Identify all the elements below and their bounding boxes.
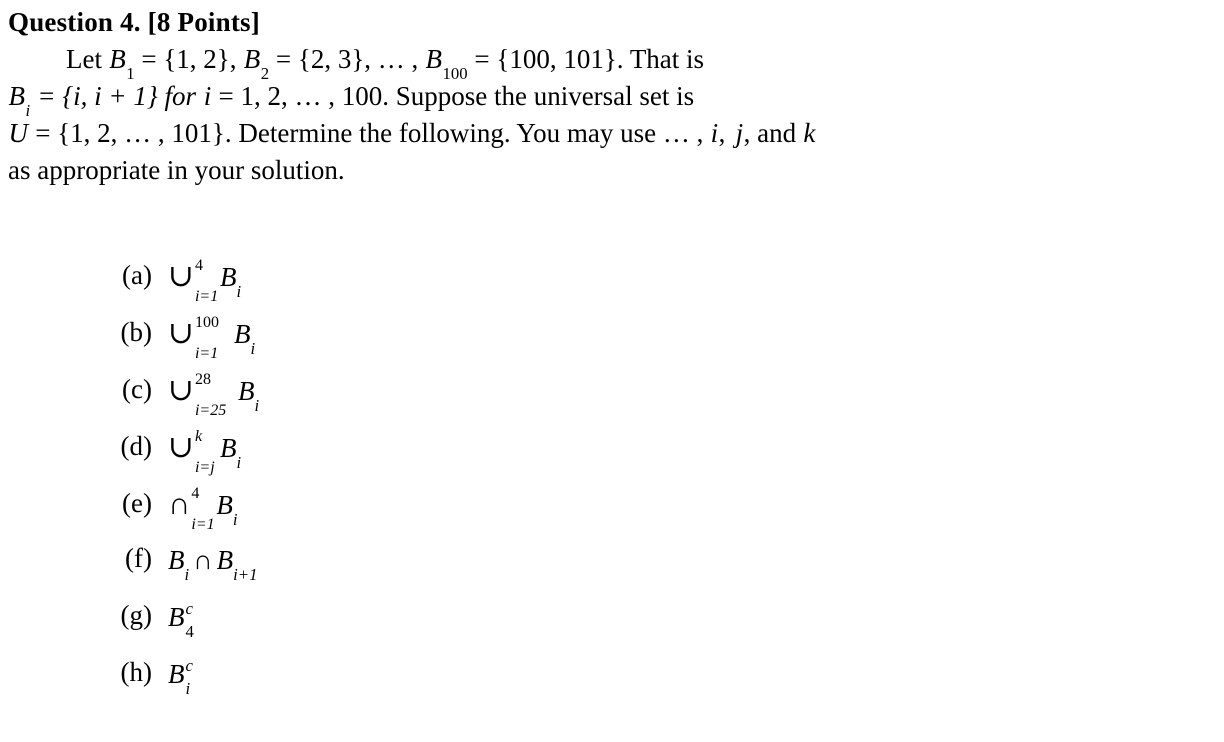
set-variable: B: [216, 490, 233, 520]
list-item: (d) ∪ k i=j Bi: [0, 429, 1224, 486]
big-union-operator: ∪ k i=j: [168, 428, 220, 476]
symbol-i-use: i: [710, 118, 719, 148]
set-variable: B: [237, 376, 255, 406]
question-parts-list: (a) ∪ 4 i=1 Bi (b) ∪ 100 i=1 Bi (c) ∪ 28 i=25 Bi …: [0, 258, 1224, 714]
big-union-operator: ∪ 100 i=1: [168, 314, 234, 362]
lower-limit: i=25: [194, 402, 227, 419]
set-variable-2: B: [216, 545, 234, 575]
list-item: (e) ∩ 4 i=1 Bi: [0, 486, 1224, 543]
list-item-label-c: (c): [122, 374, 152, 404]
list-item: (h) Bci: [0, 657, 1224, 714]
let-word: Let: [66, 44, 102, 74]
set-subscript-2: i+1: [233, 565, 258, 585]
big-union-operator: ∪ 4 i=1: [168, 257, 220, 305]
symbol-i: i: [203, 81, 212, 111]
big-intersection-operator: ∩ 4 i=1: [168, 485, 216, 533]
prose-line-4: as appropriate in your solution.: [8, 155, 345, 185]
symbol-j-use: j: [735, 118, 744, 148]
set-subscript: i: [184, 565, 190, 585]
prose-line-3-part-b: , and: [743, 118, 797, 148]
set-variable: B: [168, 602, 185, 632]
set-variable: B: [168, 545, 185, 575]
prose-line-2-part-b: = 1, 2, … , 100. Suppose the universal s…: [218, 81, 695, 111]
prose-line-1-rest-2: = {2, 3}, … ,: [275, 44, 419, 74]
set-variable: B: [219, 262, 237, 292]
set-subscript: i: [236, 453, 242, 473]
list-item: (g) Bc4: [0, 600, 1224, 657]
list-item-label-g: (g): [120, 600, 152, 630]
list-item-label-h: (h): [120, 657, 152, 687]
list-item-label-e: (e): [122, 488, 152, 518]
upper-limit: 4: [194, 257, 203, 274]
lower-limit: i=1: [194, 345, 219, 362]
list-item-label-b: (b): [120, 317, 152, 347]
union-icon: ∪: [168, 258, 194, 293]
prose-line-2-part-a: = {i, i + 1} for: [37, 81, 196, 111]
set-subscript: i: [254, 396, 260, 416]
symbol-B-2: B: [243, 44, 261, 74]
list-item-expression-a: ∪ 4 i=1 Bi: [152, 257, 241, 305]
list-item-expression-c: ∪ 28 i=25 Bi: [152, 371, 259, 419]
list-item-expression-b: ∪ 100 i=1 Bi: [152, 314, 255, 362]
prose-line-2: Bi = {i, i + 1} for i = 1, 2, … , 100. S…: [8, 78, 1218, 119]
union-icon: ∪: [168, 429, 194, 464]
symbol-B: B: [109, 44, 126, 74]
union-icon: ∪: [168, 315, 194, 350]
subscript-i: i: [25, 101, 31, 121]
prose-line-1-rest-3: = {100, 101}. That is: [474, 44, 705, 74]
set-variable: B: [168, 659, 185, 689]
list-item: (a) ∪ 4 i=1 Bi: [0, 258, 1224, 315]
question-title: Question 4. [8 Points]: [8, 7, 260, 37]
intersection-icon: ∩: [168, 486, 191, 521]
upper-limit: 28: [194, 371, 211, 388]
list-item-label-d: (d): [120, 431, 152, 461]
list-item: (c) ∪ 28 i=25 Bi: [0, 372, 1224, 429]
prose-line-1-rest-1: = {1, 2},: [141, 44, 237, 74]
list-item-expression-g: Bc4: [168, 599, 194, 641]
set-variable: B: [233, 319, 251, 349]
list-item-expression-h: Bci: [168, 656, 193, 698]
subscript-1: 1: [126, 64, 135, 84]
list-item: (b) ∪ 100 i=1 Bi: [0, 315, 1224, 372]
set-variable: B: [219, 433, 237, 463]
intersection-icon: ∩: [193, 545, 213, 575]
lower-limit: i=1: [194, 288, 219, 305]
lower-limit: i=1: [191, 516, 215, 533]
union-icon: ∪: [168, 372, 194, 407]
list-item-expression-f: Bi ∩ Bi+1: [152, 545, 257, 583]
symbol-U: U: [8, 118, 29, 148]
set-subscript: i: [232, 510, 238, 530]
set-subscript: i: [250, 339, 256, 359]
question-page: Question 4. [8 Points] Let B1 = {1, 2}, …: [0, 0, 1224, 742]
subscript-100: 100: [442, 64, 468, 84]
list-item: (f) Bi ∩ Bi+1: [0, 543, 1224, 600]
prose-line-3-part-a: = {1, 2, … , 101}. Determine the followi…: [35, 118, 704, 148]
upper-limit: 100: [194, 314, 219, 331]
list-item-label-f: (f): [125, 543, 152, 573]
list-item-expression-e: ∩ 4 i=1 Bi: [152, 485, 238, 533]
list-item-expression-d: ∪ k i=j Bi: [152, 428, 241, 476]
symbol-B-100: B: [425, 44, 443, 74]
list-item-label-a: (a): [122, 260, 152, 290]
big-union-operator: ∪ 28 i=25: [168, 371, 238, 419]
symbol-k-use: k: [803, 118, 816, 148]
set-subscript: i: [236, 282, 242, 302]
subscript-2: 2: [260, 64, 270, 84]
upper-limit: k: [194, 428, 203, 445]
question-prose-block: Question 4. [8 Points] Let B1 = {1, 2}, …: [8, 4, 1218, 189]
prose-line-3: U = {1, 2, … , 101}. Determine the follo…: [8, 118, 816, 148]
symbol-B-i: B: [8, 81, 26, 111]
lower-limit: i=j: [194, 459, 215, 476]
prose-line-1: Let B1 = {1, 2}, B2 = {2, 3}, … , B100 =…: [8, 41, 1218, 82]
upper-limit: 4: [191, 485, 200, 502]
